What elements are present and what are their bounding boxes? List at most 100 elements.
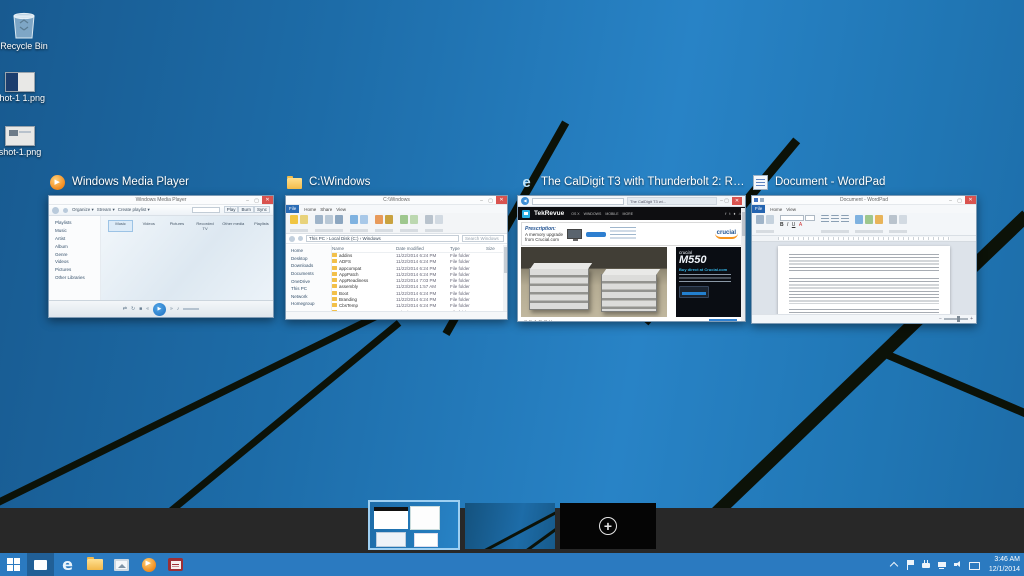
thumbnail-titlebar: C:\Windows: [285, 172, 508, 192]
desktop-thumbnail-1-selected[interactable]: [368, 500, 460, 550]
wordpad-icon: [168, 558, 183, 571]
back-icon: ◀: [521, 197, 529, 205]
scrollbar: [741, 208, 745, 321]
desktop-screen: Recycle Bin shot-1 1.png shot-1.png Wind…: [0, 0, 1024, 576]
desktop-icon-label: Recycle Bin: [0, 42, 56, 52]
folder-icon: [87, 559, 103, 570]
wallpaper-beam: [0, 304, 397, 510]
wmp-play-button: ▶: [153, 303, 166, 316]
wmp-sidebar: PlaylistsMusicArtistAlbumGenreVideosPict…: [49, 216, 101, 300]
desktop-icon-label: shot-1 1.png: [0, 94, 52, 104]
thumbnail-titlebar: Document - WordPad: [751, 172, 977, 192]
explorer-search-box: Search Windows: [462, 235, 504, 242]
wmp-category-tile: Playlists: [250, 221, 273, 231]
search-heading: SEARCH: [524, 320, 554, 322]
wmp-category-tile: Other media: [222, 221, 245, 231]
desktop-icon-shot-1[interactable]: shot-1.png: [0, 112, 52, 158]
tekrevue-logo-icon: [522, 210, 530, 218]
tray-time: 3:46 AM: [989, 555, 1020, 564]
zoom-slider: −+: [939, 317, 973, 321]
task-view-icon: [34, 560, 47, 570]
action-center-flag-icon[interactable]: [905, 560, 915, 570]
wmp-search-box: [192, 207, 220, 213]
taskview-thumbnail-explorer[interactable]: C:\Windows C:\Windows– ▢✕ File HomeShare…: [285, 172, 508, 320]
taskbar-icon-photos[interactable]: [108, 553, 135, 576]
wmp-library-area: Music Videos Pictures Recorded TV Other …: [101, 216, 273, 300]
explorer-ribbon-tabs: File HomeShareView: [286, 205, 507, 213]
thumbnail-title: C:\Windows: [309, 176, 370, 188]
explorer-ribbon: [286, 213, 507, 234]
recycle-bin-icon: [0, 6, 56, 40]
social-icons: ft♦⌂: [725, 211, 741, 216]
desktop-icon-label: shot-1.png: [0, 148, 52, 158]
tray-date: 12/1/2014: [989, 565, 1020, 574]
monitor-graphic: [567, 229, 582, 239]
wmp-icon: [142, 558, 156, 572]
tekrevue-header: TekRevue OS XWINDOWSMOBILEMORE ft♦⌂: [518, 207, 745, 220]
internet-explorer-icon: e: [62, 555, 73, 574]
internet-explorer-icon: e: [519, 175, 534, 190]
windows-logo-icon: [7, 558, 20, 571]
scrollbar: [503, 245, 507, 311]
taskview-thumbnail-wordpad[interactable]: Document - WordPad Document - WordPad– ▢…: [751, 172, 977, 324]
taskbar-clock[interactable]: 3:46 AM 12/1/2014: [985, 555, 1020, 574]
start-button[interactable]: [0, 553, 27, 576]
photos-icon: [114, 559, 129, 571]
wmp-toolbar: Organize ▾Stream ▾Create playlist ▾ Play…: [49, 205, 273, 216]
folder-icon: [287, 178, 302, 189]
desktop-icon-shot-1-1[interactable]: shot-1 1.png: [0, 58, 52, 104]
ssd-graphic: [679, 286, 709, 298]
wordpad-status-bar: −+: [752, 314, 976, 323]
thumbnail-titlebar: e The CalDigit T3 with Thunderbolt 2: Re…: [517, 172, 746, 192]
wmp-window-preview: Windows Media Player– ▢✕ Organize ▾Strea…: [48, 195, 274, 318]
network-icon[interactable]: [937, 560, 947, 570]
taskbar-icon-file-explorer[interactable]: [81, 553, 108, 576]
explorer-address-bar: This PC › Local Disk (C:) › Windows Sear…: [286, 234, 507, 244]
wallpaper-beam: [886, 351, 1024, 417]
wordpad-window-preview: Document - WordPad– ▢✕ File HomeView B I…: [751, 195, 977, 324]
thumbnail-title: Document - WordPad: [775, 176, 885, 188]
image-file-icon: [5, 72, 35, 92]
explorer-status-bar: [286, 311, 507, 319]
thumbnail-title: Windows Media Player: [72, 176, 189, 188]
wmp-icon: [50, 175, 65, 190]
wmp-category-tile: Videos: [137, 221, 160, 231]
desktop-thumbnail-2[interactable]: [465, 503, 555, 549]
volume-icon[interactable]: [953, 560, 963, 570]
taskbar-icon-wordpad[interactable]: [162, 553, 189, 576]
taskview-thumbnail-wmp[interactable]: Windows Media Player Windows Media Playe…: [48, 172, 274, 318]
ad-button: [586, 232, 606, 237]
show-hidden-icons-chevron[interactable]: [889, 560, 899, 570]
wmp-category-tile: Pictures: [165, 221, 188, 231]
thumbnail-title: The CalDigit T3 with Thunderbolt 2: Revi…: [541, 176, 746, 188]
crucial-m550-ad: crucial M550 Buy direct at Crucial.com: [676, 247, 742, 317]
touch-keyboard-icon[interactable]: [969, 560, 979, 570]
wordpad-ribbon: B I U A: [752, 213, 976, 236]
task-view-button[interactable]: [27, 553, 54, 576]
ie-window-preview: ◀ The CalDigit T3 wi... – ▢✕ TekRevue OS…: [517, 195, 746, 322]
ie-tab: The CalDigit T3 wi...: [627, 197, 717, 205]
plus-icon: +: [599, 517, 617, 535]
desktop-icon-recycle-bin[interactable]: Recycle Bin: [0, 6, 56, 52]
wordpad-document-area: [752, 242, 976, 314]
taskbar-icon-internet-explorer[interactable]: e: [54, 553, 81, 576]
ad-bullet-lines: [610, 227, 636, 241]
wordpad-ribbon-tabs: File HomeView: [752, 205, 976, 213]
add-desktop-button[interactable]: +: [560, 503, 656, 549]
caldigit-article-photo: [521, 247, 667, 317]
taskview-thumbnail-ie[interactable]: e The CalDigit T3 with Thunderbolt 2: Re…: [517, 172, 746, 322]
explorer-nav-pane: HomeDesktopDownloadsDocumentsOneDriveThi…: [286, 245, 332, 311]
taskbar-icon-media-player[interactable]: [135, 553, 162, 576]
explorer-window-preview: C:\Windows– ▢✕ File HomeShareView This P…: [285, 195, 508, 320]
wmp-playback-controls: ⇄↻■« ▶ »♪: [49, 300, 273, 317]
wordpad-page: [778, 246, 950, 314]
wmp-category-tile: Music: [109, 221, 132, 231]
system-tray: 3:46 AM 12/1/2014: [889, 555, 1024, 574]
thumbnail-titlebar: Windows Media Player: [48, 172, 274, 192]
ie-browser-chrome: ◀ The CalDigit T3 wi... – ▢✕: [518, 196, 745, 207]
taskbar: e 3:46 AM 12/1/2014: [0, 553, 1024, 576]
power-icon[interactable]: [921, 560, 931, 570]
explorer-file-list: NameDate modifiedTypeSize addins 11/22/2…: [332, 245, 503, 311]
crucial-ad-banner: Prescription: A memory upgrade from Cruc…: [521, 222, 742, 246]
wmp-category-tile: Recorded TV: [194, 221, 217, 231]
